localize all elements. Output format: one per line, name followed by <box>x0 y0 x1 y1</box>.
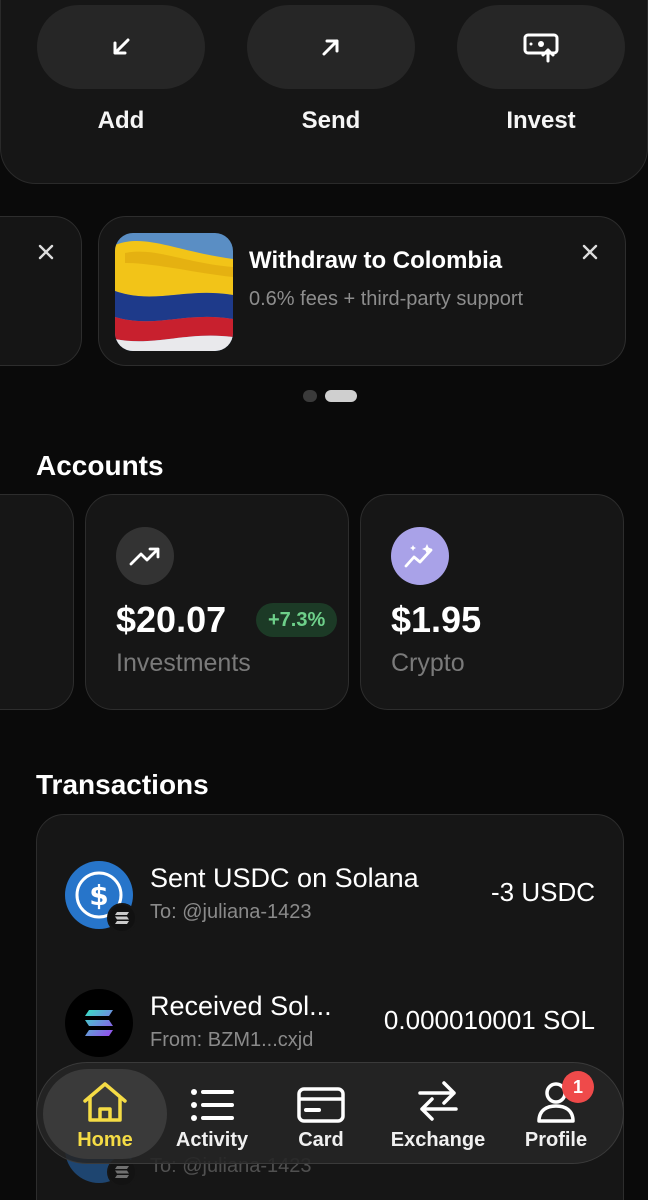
promo-subtitle: 0.6% fees + third-party support <box>249 288 524 310</box>
nav-activity-label: Activity <box>175 1129 249 1151</box>
exchange-icon <box>418 1081 458 1121</box>
add-icon-circle[interactable] <box>37 5 205 89</box>
transaction-subtitle: To: @juliana-1423 <box>150 901 312 923</box>
arrow-up-right-icon <box>322 39 339 56</box>
invest-label: Invest <box>506 107 576 134</box>
carousel-pagination <box>303 390 357 402</box>
add-button[interactable]: Add <box>37 5 205 135</box>
promo-card-withdraw-colombia[interactable]: Withdraw to Colombia 0.6% fees + third-p… <box>98 216 626 366</box>
trending-up-icon <box>116 527 174 585</box>
transaction-subtitle: From: BZM1...cxjd <box>150 1029 314 1051</box>
nav-exchange-label: Exchange <box>390 1129 486 1151</box>
send-icon-circle[interactable] <box>247 5 415 89</box>
nav-exchange[interactable]: Exchange <box>378 1069 498 1159</box>
account-card-investments[interactable]: $20.07 +7.3% Investments <box>85 494 349 710</box>
invest-icon <box>523 33 559 63</box>
account-card-offscreen[interactable] <box>0 494 74 710</box>
promo-title: Withdraw to Colombia <box>249 247 503 274</box>
nav-card-label: Card <box>298 1129 344 1151</box>
send-button[interactable]: Send <box>247 5 415 135</box>
solana-icon <box>65 989 133 1057</box>
nav-home-label: Home <box>77 1129 133 1151</box>
transactions-heading: Transactions <box>36 769 209 800</box>
promo-card-previous[interactable] <box>0 216 82 366</box>
nav-profile[interactable]: Profile 1 <box>496 1069 616 1159</box>
send-label: Send <box>301 107 361 134</box>
home-icon <box>83 1082 127 1122</box>
transaction-row[interactable]: $ Sent USDC on Solana To: @juliana-1423 … <box>37 861 623 941</box>
transaction-amount: -3 USDC <box>490 877 595 907</box>
investments-balance: $20.07 <box>116 599 227 640</box>
transaction-amount: 0.000010001 SOL <box>383 1005 595 1035</box>
quick-actions-panel: Add Send Invest <box>0 0 648 184</box>
sparkle-chart-icon <box>391 527 449 585</box>
invest-icon-circle[interactable] <box>457 5 625 89</box>
list-icon <box>191 1089 234 1121</box>
account-card-crypto[interactable]: $1.95 Crypto <box>360 494 624 710</box>
transaction-row[interactable]: Received Sol... From: BZM1...cxjd 0.0000… <box>37 989 623 1069</box>
nav-activity[interactable]: Activity <box>152 1069 272 1159</box>
crypto-label: Crypto <box>391 649 465 677</box>
solana-badge-icon <box>107 903 137 933</box>
close-icon[interactable] <box>581 243 599 261</box>
nav-home[interactable]: Home <box>43 1069 167 1159</box>
notification-badge: 1 <box>562 1071 594 1103</box>
investments-label: Investments <box>116 649 251 677</box>
invest-button[interactable]: Invest <box>457 5 625 135</box>
svg-text:$: $ <box>89 879 108 912</box>
nav-card[interactable]: Card <box>261 1069 381 1159</box>
carousel-dot-active[interactable] <box>325 390 357 402</box>
transaction-title: Sent USDC on Solana <box>150 863 419 893</box>
bottom-navigation: Home Activity Card Exchange Profile 1 <box>36 1062 624 1164</box>
transaction-title: Received Sol... <box>150 991 332 1021</box>
colombia-flag-image <box>115 233 233 351</box>
card-icon <box>297 1087 345 1123</box>
crypto-balance: $1.95 <box>391 599 482 640</box>
carousel-dot[interactable] <box>303 390 317 402</box>
arrow-down-left-icon <box>113 38 130 55</box>
nav-profile-label: Profile <box>524 1129 588 1151</box>
accounts-heading: Accounts <box>36 450 164 481</box>
investments-change-badge: +7.3% <box>256 603 338 637</box>
close-icon[interactable] <box>37 243 55 261</box>
add-label: Add <box>97 107 145 134</box>
